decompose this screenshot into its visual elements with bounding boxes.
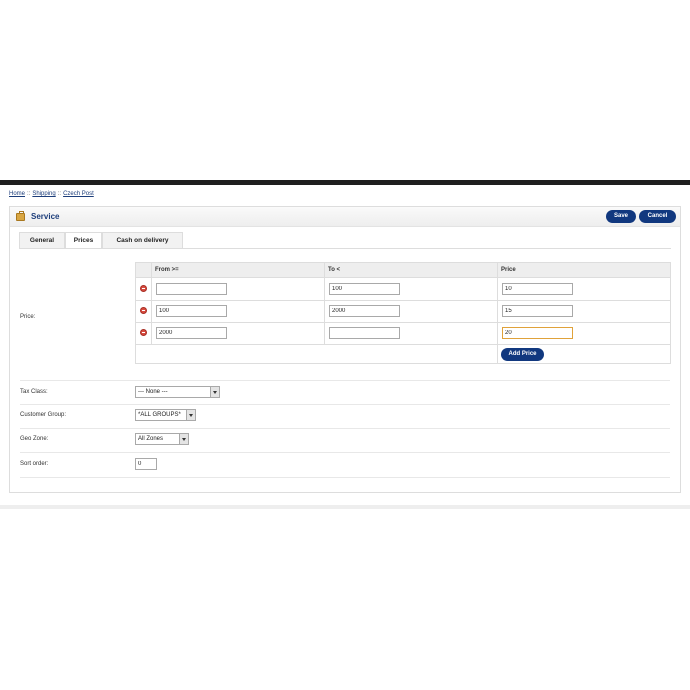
column-header-to: To < [328, 267, 341, 273]
tab-divider [19, 248, 671, 249]
tab-cash-on-delivery[interactable]: Cash on delivery [102, 232, 183, 248]
tax-class-select[interactable]: --- None --- [135, 386, 220, 398]
tax-class-label: Tax Class: [20, 389, 48, 395]
breadcrumb: Home:: Shipping:: Czech Post [9, 191, 94, 197]
row-divider [136, 300, 670, 301]
column-header-from: From >= [155, 267, 179, 273]
add-price-button[interactable]: Add Price [501, 348, 544, 361]
customer-group-value: *ALL GROUPS* [138, 412, 181, 418]
column-header-price: Price [501, 267, 516, 273]
price-input[interactable] [502, 283, 573, 295]
save-button[interactable]: Save [606, 210, 636, 223]
cancel-button[interactable]: Cancel [639, 210, 676, 223]
row-divider [20, 404, 670, 405]
from-input[interactable] [156, 283, 227, 295]
sort-order-input[interactable] [135, 458, 157, 470]
shipping-box-icon [16, 211, 25, 221]
row-divider [20, 428, 670, 429]
row-divider [136, 344, 670, 345]
column-divider [497, 263, 498, 364]
geo-zone-label: Geo Zone: [20, 436, 49, 442]
remove-row-icon[interactable] [140, 285, 147, 292]
to-input[interactable] [329, 327, 400, 339]
price-table-header: From >= To < Price [136, 263, 670, 278]
price-table: From >= To < Price Add Price [135, 262, 671, 364]
breadcrumb-home-link[interactable]: Home [9, 191, 25, 197]
price-input[interactable] [502, 305, 573, 317]
customer-group-label: Customer Group: [20, 412, 67, 418]
breadcrumb-shipping-link[interactable]: Shipping [32, 191, 55, 197]
remove-row-icon[interactable] [140, 329, 147, 336]
tab-general[interactable]: General [19, 232, 65, 248]
breadcrumb-czech-post-link[interactable]: Czech Post [63, 191, 94, 197]
to-input[interactable] [329, 283, 400, 295]
column-divider [324, 263, 325, 344]
breadcrumb-separator: :: [57, 191, 62, 197]
tax-class-value: --- None --- [138, 389, 168, 395]
chevron-down-icon [210, 387, 219, 397]
price-input[interactable] [502, 327, 573, 339]
sort-order-label: Sort order: [20, 461, 49, 467]
to-input[interactable] [329, 305, 400, 317]
tab-prices[interactable]: Prices [65, 232, 102, 249]
geo-zone-value: All Zones [138, 436, 164, 442]
from-input[interactable] [156, 305, 227, 317]
remove-row-icon[interactable] [140, 307, 147, 314]
from-input[interactable] [156, 327, 227, 339]
price-label: Price: [20, 314, 36, 320]
column-divider [151, 263, 152, 344]
panel-header: Service Save Cancel [10, 207, 680, 227]
chevron-down-icon [186, 410, 195, 420]
row-divider [20, 452, 670, 453]
top-bar [0, 180, 690, 185]
customer-group-select[interactable]: *ALL GROUPS* [135, 409, 196, 421]
breadcrumb-separator: :: [27, 191, 31, 197]
bottom-bar [0, 505, 690, 509]
row-divider [136, 322, 670, 323]
chevron-down-icon [179, 434, 188, 444]
row-divider [20, 380, 670, 381]
page-title: Service [31, 212, 60, 221]
geo-zone-select[interactable]: All Zones [135, 433, 189, 445]
row-divider [20, 477, 670, 478]
service-panel: Service Save Cancel General Prices Cash … [9, 206, 681, 493]
